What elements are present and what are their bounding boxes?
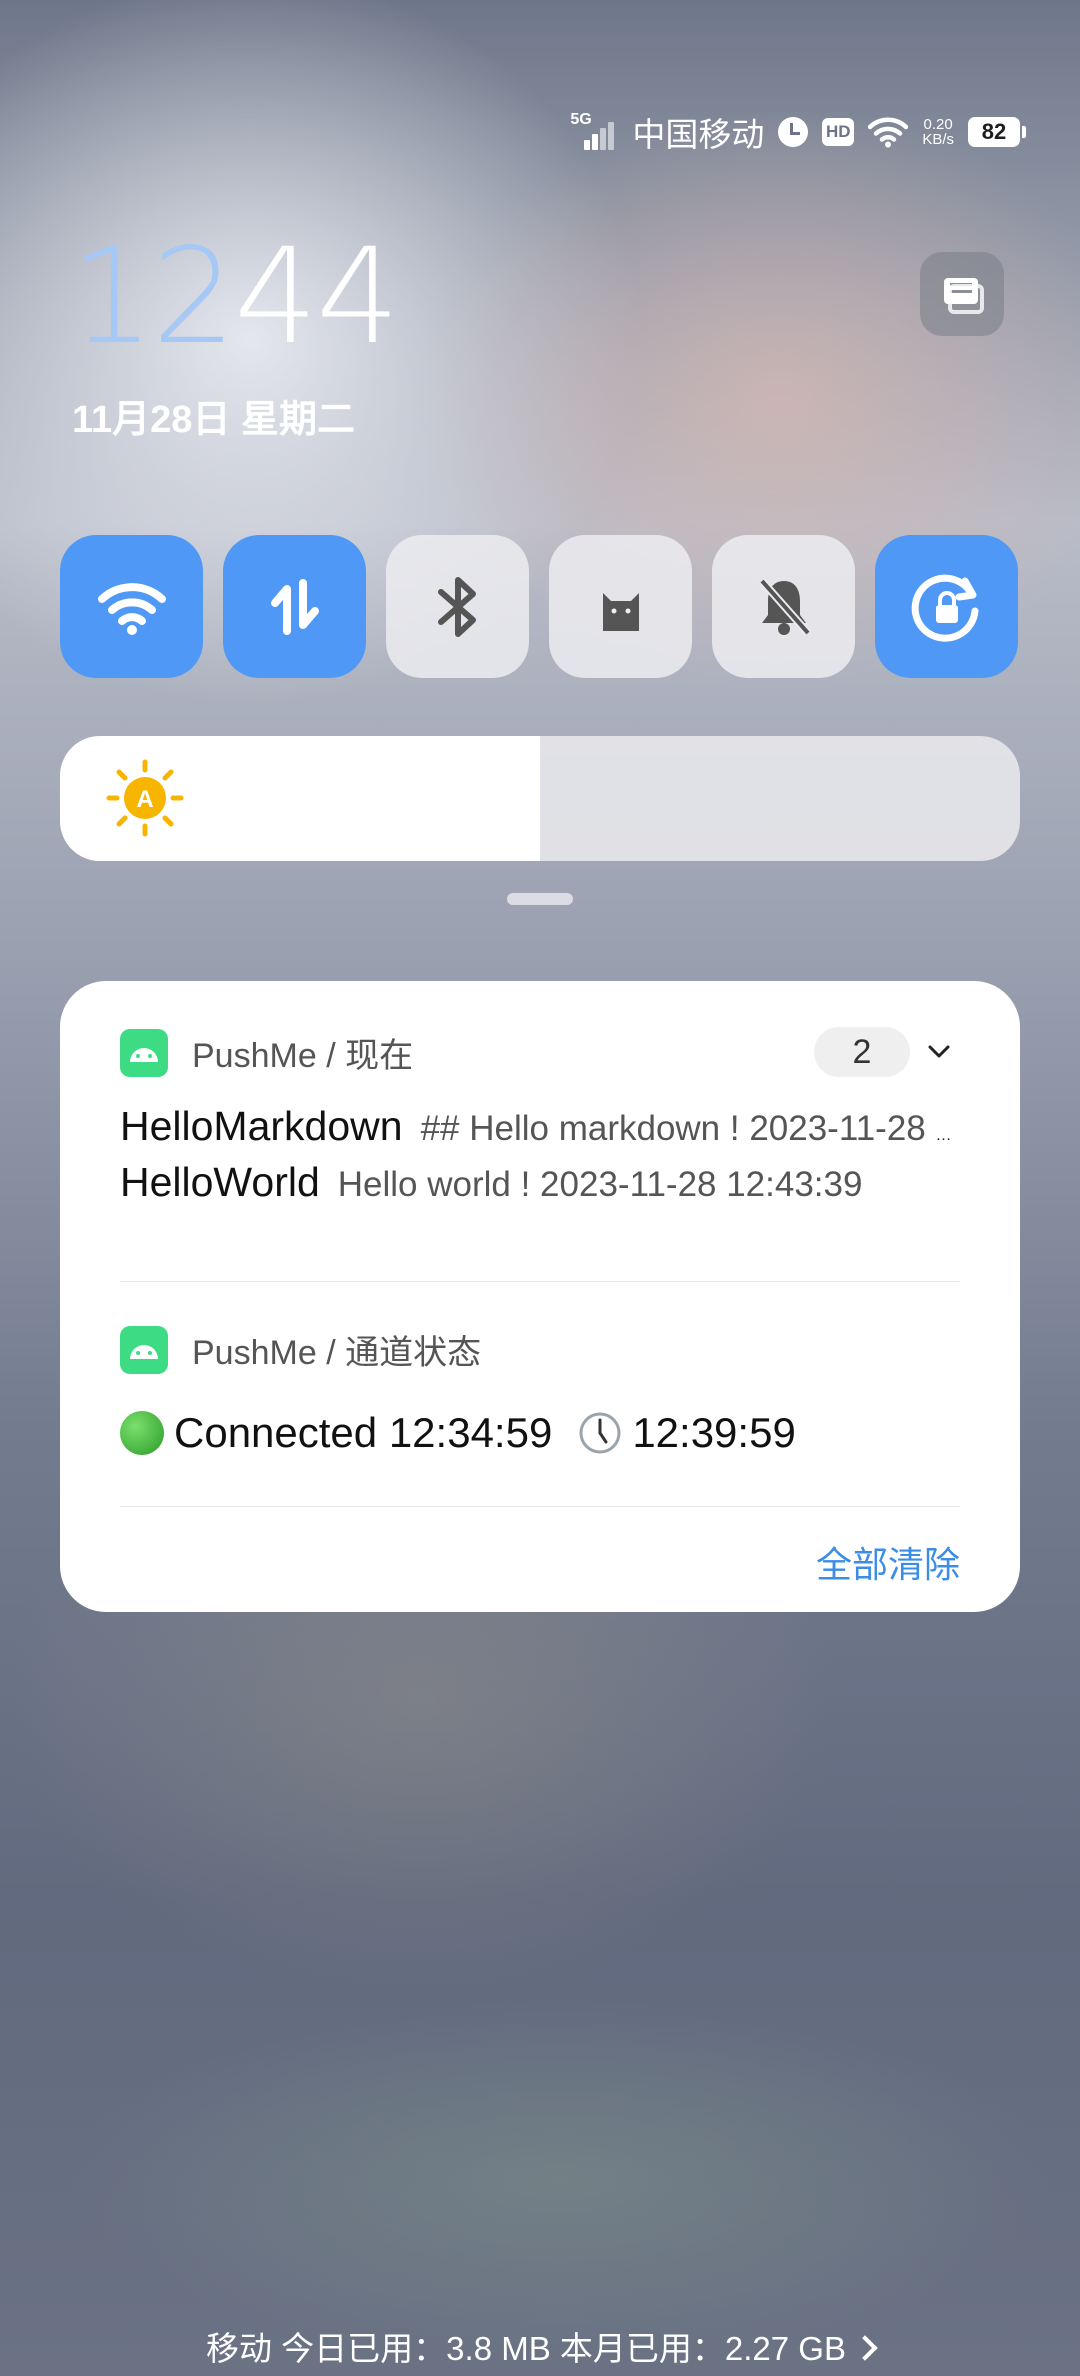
alarm-icon	[778, 117, 809, 147]
clock-icon	[579, 1412, 621, 1454]
clock[interactable]: 1244	[70, 231, 400, 363]
clock-minutes: 44	[233, 220, 400, 374]
status-bar: 5G 中国移动 HD 0.20 KB/s 82	[570, 108, 1026, 156]
battery-icon: 82	[968, 117, 1026, 147]
android-app-icon	[120, 1028, 168, 1077]
bluetooth-icon	[437, 576, 476, 637]
data-usage-text: 移动 今日已用：3.8 MB 本月已用：2.27 GB	[206, 2330, 846, 2367]
toggle-rotation-lock[interactable]	[875, 535, 1018, 678]
data-usage-link[interactable]: 移动 今日已用：3.8 MB 本月已用：2.27 GB	[0, 2322, 1080, 2370]
carrier-name: 中国移动	[632, 116, 765, 153]
data-arrows-icon	[270, 578, 319, 635]
auto-brightness-sun-icon: A	[106, 759, 184, 837]
connection-status[interactable]: Connected 12:34:59 12:39:59	[120, 1409, 796, 1457]
notification-header[interactable]: PushMe / 现在	[120, 1028, 413, 1077]
message-title: HelloMarkdown	[120, 1103, 403, 1149]
message-body: ## Hello markdown ! 2023-11-28 12:44:00	[420, 1109, 960, 1148]
clear-all-button[interactable]: 全部清除	[816, 1536, 960, 1588]
toggle-silent[interactable]	[712, 535, 855, 678]
notification-header[interactable]: PushMe / 通道状态	[120, 1325, 481, 1374]
connection-status-text: Connected 12:34:59	[174, 1409, 553, 1456]
bell-off-icon	[758, 577, 811, 636]
wifi-icon	[97, 582, 166, 635]
toggle-mobile-data[interactable]	[223, 535, 366, 678]
clock-hours: 12	[70, 220, 236, 374]
shade-drag-handle[interactable]	[507, 893, 573, 905]
edit-toggles-button[interactable]	[920, 252, 1004, 336]
notification-card: PushMe / 现在 2 HelloMarkdown ## Hello mark…	[60, 981, 1020, 1612]
header-separator: /	[326, 1037, 336, 1075]
toggle-cat-mode[interactable]	[549, 535, 692, 678]
message-title: HelloWorld	[120, 1159, 320, 1205]
toggle-wifi[interactable]	[60, 535, 203, 678]
divider	[120, 1506, 960, 1507]
cat-icon	[602, 592, 639, 631]
hd-icon: HD	[822, 118, 855, 146]
brightness-slider[interactable]: A	[60, 736, 1020, 861]
net-speed: 0.20 KB/s	[922, 116, 954, 148]
divider	[120, 1281, 960, 1282]
quick-toggles	[60, 535, 1018, 678]
notification-time: 现在	[345, 1037, 414, 1075]
svg-text:A: A	[136, 786, 153, 813]
toggle-bluetooth[interactable]	[386, 535, 529, 678]
notification-count-badge[interactable]: 2	[814, 1027, 910, 1077]
wifi-icon	[868, 117, 909, 148]
signal-5g-icon: 5G	[570, 112, 618, 152]
rotation-lock-icon	[911, 574, 978, 642]
edit-layout-icon	[944, 278, 984, 314]
chevron-right-icon	[852, 2335, 878, 2361]
android-app-icon	[120, 1325, 168, 1374]
notification-app-name: PushMe	[192, 1037, 317, 1075]
message-body: Hello world ! 2023-11-28 12:43:39	[337, 1165, 863, 1204]
notification-app-name: PushMe	[192, 1334, 317, 1372]
header-separator: /	[326, 1334, 336, 1372]
green-circle-icon	[120, 1411, 164, 1455]
chevron-down-icon[interactable]	[928, 1041, 950, 1063]
notification-channel: 通道状态	[345, 1334, 482, 1372]
date[interactable]: 11月28日 星期二	[72, 388, 355, 443]
connection-clock-text: 12:39:59	[632, 1409, 796, 1456]
notification-message[interactable]: HelloWorld Hello world ! 2023-11-28 12:43…	[120, 1154, 960, 1220]
